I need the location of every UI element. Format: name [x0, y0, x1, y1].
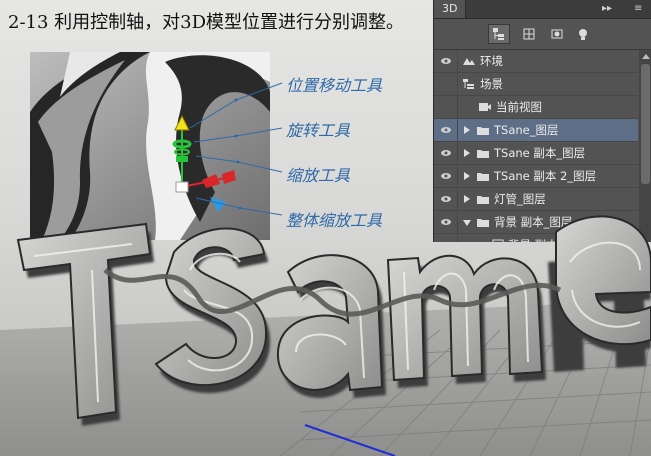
3d-text-render[interactable]	[0, 0, 651, 456]
